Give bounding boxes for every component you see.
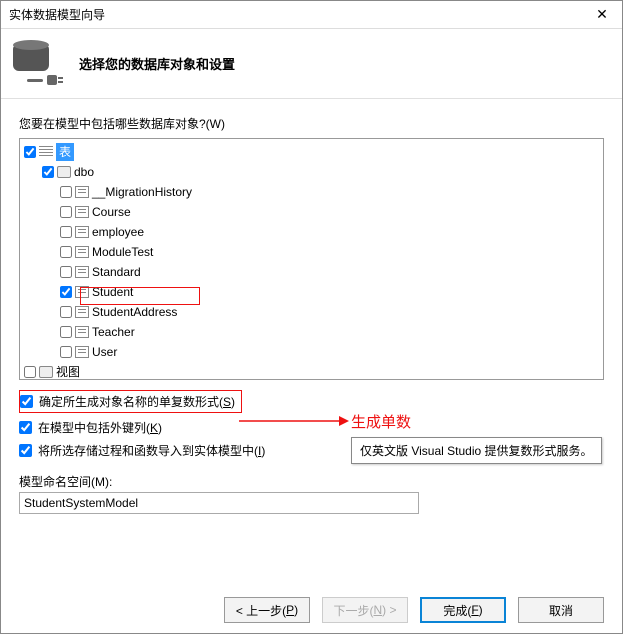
table-icon [75, 266, 89, 278]
checkbox[interactable] [42, 166, 54, 178]
checkbox[interactable] [60, 266, 72, 278]
tree-node-views[interactable]: 视图 [24, 363, 80, 380]
tree-node-table[interactable]: ModuleTest [60, 243, 153, 261]
checkbox[interactable] [60, 306, 72, 318]
tables-icon [39, 146, 53, 158]
next-button: 下一步(N) > [322, 597, 408, 623]
tree-node-table[interactable]: Teacher [60, 323, 135, 341]
tree-node-table[interactable]: employee [60, 223, 144, 241]
titlebar: 实体数据模型向导 ✕ [1, 1, 622, 29]
finish-button[interactable]: 完成(F) [420, 597, 506, 623]
checkbox-pluralize[interactable] [20, 395, 33, 408]
views-icon [39, 366, 53, 378]
tree-label: Teacher [92, 323, 135, 341]
checkbox[interactable] [60, 286, 72, 298]
tree-node-schema[interactable]: dbo [42, 163, 94, 181]
table-icon [75, 226, 89, 238]
table-icon [75, 346, 89, 358]
checkbox[interactable] [60, 226, 72, 238]
namespace-label: 模型命名空间(M): [19, 473, 604, 490]
checkbox[interactable] [60, 206, 72, 218]
table-icon [75, 186, 89, 198]
cancel-button[interactable]: 取消 [518, 597, 604, 623]
annotation-text: 生成单数 [351, 411, 411, 432]
tree-label: Standard [92, 263, 141, 281]
close-icon[interactable]: ✕ [590, 6, 614, 23]
tree-node-table[interactable]: Student [60, 283, 133, 301]
checkbox[interactable] [60, 186, 72, 198]
tree-node-table[interactable]: StudentAddress [60, 303, 177, 321]
wizard-header: 选择您的数据库对象和设置 [1, 29, 622, 99]
tree-label: ModuleTest [92, 243, 153, 261]
annotation-highlight: 确定所生成对象名称的单复数形式(S) [19, 390, 242, 413]
schema-icon [57, 166, 71, 178]
table-icon [75, 306, 89, 318]
checkbox-import-sprocs[interactable] [19, 444, 32, 457]
option-foreign-keys-label: 在模型中包括外键列(K) [38, 419, 162, 436]
tree-label: 视图 [56, 363, 80, 380]
wizard-footer: < 上一步(P) 下一步(N) > 完成(F) 取消 [1, 597, 622, 623]
annotation-arrow [239, 413, 349, 429]
tree-node-table[interactable]: Standard [60, 263, 141, 281]
objects-tree[interactable]: 表 dbo __MigrationHistory Course employee Mo… [19, 138, 604, 380]
option-import-sprocs-label: 将所选存储过程和函数导入到实体模型中(I) [38, 442, 265, 459]
checkbox-foreign-keys[interactable] [19, 421, 32, 434]
tree-node-table[interactable]: __MigrationHistory [60, 183, 192, 201]
checkbox[interactable] [24, 146, 36, 158]
tree-label: Student [92, 283, 133, 301]
prompt-label: 您要在模型中包括哪些数据库对象?(W) [19, 115, 604, 132]
option-pluralize-label: 确定所生成对象名称的单复数形式(S) [39, 393, 235, 410]
tree-label: employee [92, 223, 144, 241]
tree-label: dbo [74, 163, 94, 181]
database-icon [11, 39, 61, 89]
tree-label: Course [92, 203, 131, 221]
tree-label: StudentAddress [92, 303, 177, 321]
tree-node-table[interactable]: User [60, 343, 117, 361]
table-icon [75, 286, 89, 298]
header-title: 选择您的数据库对象和设置 [79, 54, 235, 73]
checkbox[interactable] [24, 366, 36, 378]
tree-label: __MigrationHistory [92, 183, 192, 201]
checkbox[interactable] [60, 346, 72, 358]
tree-label: 表 [56, 143, 74, 161]
tooltip: 仅英文版 Visual Studio 提供复数形式服务。 [351, 437, 602, 464]
table-icon [75, 326, 89, 338]
checkbox[interactable] [60, 246, 72, 258]
tree-node-table[interactable]: Course [60, 203, 131, 221]
back-button[interactable]: < 上一步(P) [224, 597, 310, 623]
window-title: 实体数据模型向导 [9, 6, 105, 23]
tree-node-tables-root[interactable]: 表 [24, 143, 74, 161]
tree-label: User [92, 343, 117, 361]
table-icon [75, 246, 89, 258]
namespace-input[interactable] [19, 492, 419, 514]
table-icon [75, 206, 89, 218]
checkbox[interactable] [60, 326, 72, 338]
